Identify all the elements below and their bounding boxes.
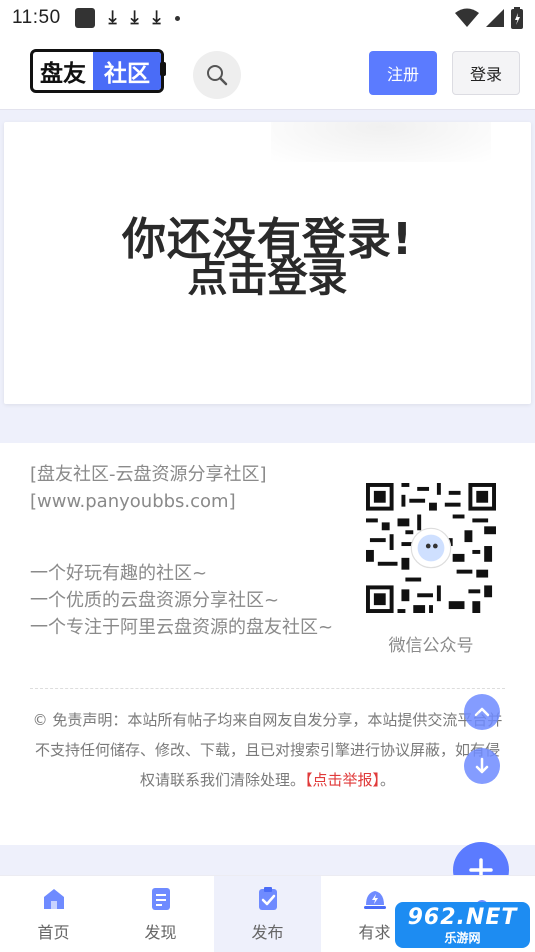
login-prompt-link[interactable]: 点击登录 <box>4 254 531 302</box>
nav-publish-label: 发布 <box>251 923 284 942</box>
site-footer: [盘友社区-云盘资源分享社区] [www.panyoubbs.com] 一个好玩… <box>0 443 535 845</box>
nav-home[interactable]: 首页 <box>0 876 107 952</box>
arrow-down-icon <box>475 757 489 774</box>
more-notifications-icon <box>174 15 180 21</box>
signal-icon <box>486 9 504 27</box>
nav-home-label: 首页 <box>37 923 70 942</box>
site-header: 盘友 社区 注册 登录 <box>0 40 535 110</box>
tagline: 一个优质的云盘资源分享社区~ <box>30 590 280 611</box>
logo-tab-decoration <box>160 62 166 76</box>
login-prompt-card[interactable]: 你还没有登录! 点击登录 <box>4 122 531 404</box>
logo-text-part1: 盘友 <box>40 61 86 87</box>
download-icon: ⤓ <box>152 7 161 28</box>
scroll-bottom-button[interactable] <box>464 748 500 784</box>
disclaimer-end: 。 <box>380 771 396 789</box>
watermark-bottom-text: 乐游网 <box>444 930 481 945</box>
footer-divider <box>30 688 505 689</box>
nav-discover[interactable]: 发现 <box>107 876 214 952</box>
site-url: [www.panyoubbs.com] <box>30 491 236 512</box>
site-description: [盘友社区-云盘资源分享社区] [www.panyoubbs.com] 一个好玩… <box>30 461 350 641</box>
logo-text-part2: 社区 <box>93 52 161 90</box>
tagline: 一个专注于阿里云盘资源的盘友社区~ <box>30 617 334 638</box>
app-notification-icon <box>74 8 95 28</box>
discover-icon <box>151 888 170 910</box>
download-icon: ⤓ <box>130 7 139 28</box>
disclaimer-text: © 免责声明：本站所有帖子均来自网友自发分享，本站提供交流平台并不支持任何储存、… <box>32 711 503 789</box>
notification-icons: ⤓ ⤓ ⤓ <box>74 7 180 28</box>
watermark-top-text: 962.NET <box>407 904 518 930</box>
status-time: 11:50 <box>12 7 61 28</box>
register-button[interactable]: 注册 <box>369 51 437 95</box>
publish-icon <box>258 887 277 910</box>
wifi-icon <box>455 8 479 27</box>
wechat-qr-code <box>366 483 496 613</box>
scroll-top-button[interactable] <box>464 694 500 730</box>
watermark-logo: 962.NET 乐游网 <box>395 902 530 948</box>
download-icon: ⤓ <box>108 7 117 28</box>
qr-caption: 微信公众号 <box>388 636 474 656</box>
search-button[interactable] <box>193 51 241 99</box>
nav-request-label: 有求 <box>358 923 391 942</box>
status-bar: 11:50 ⤓ ⤓ ⤓ <box>0 0 535 36</box>
request-icon <box>363 891 386 909</box>
battery-icon <box>511 7 523 29</box>
nav-publish[interactable]: 发布 <box>214 876 321 952</box>
disclaimer: © 免责声明：本站所有帖子均来自网友自发分享，本站提供交流平台并不支持任何储存、… <box>30 705 505 795</box>
site-logo[interactable]: 盘友 社区 <box>30 49 164 93</box>
site-name: [盘友社区-云盘资源分享社区] <box>30 464 267 485</box>
report-link[interactable]: 【点击举报】 <box>305 771 380 789</box>
nav-discover-label: 发现 <box>144 923 177 942</box>
chevron-up-icon <box>474 707 490 717</box>
tagline: 一个好玩有趣的社区~ <box>30 563 208 584</box>
login-button[interactable]: 登录 <box>452 51 520 95</box>
search-icon <box>207 65 228 86</box>
home-icon <box>43 889 64 909</box>
main-content: 你还没有登录! 点击登录 <box>0 110 535 443</box>
